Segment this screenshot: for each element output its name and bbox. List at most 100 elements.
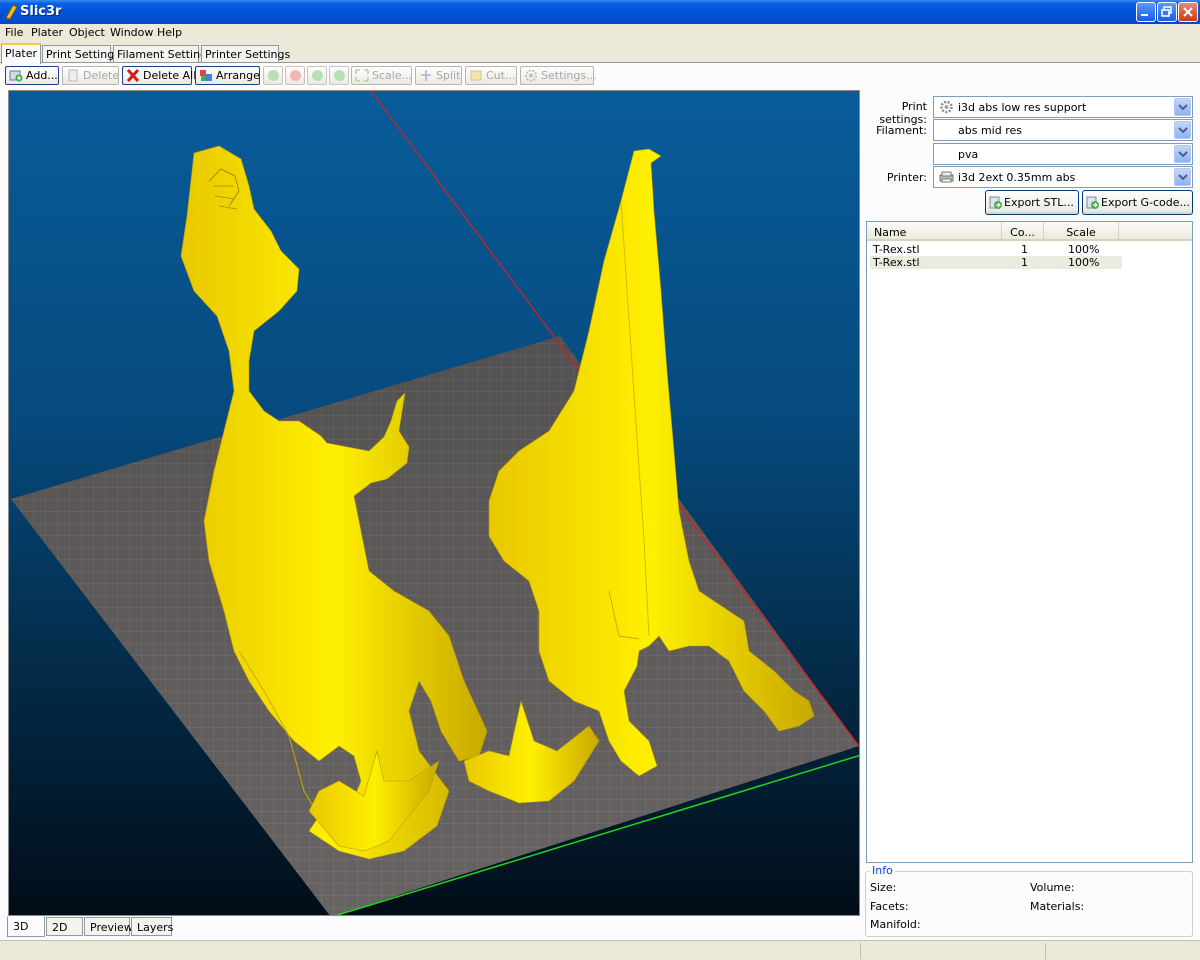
split-icon	[421, 70, 431, 81]
window-title: Slic3r	[20, 4, 62, 19]
rotate-right-button[interactable]	[329, 66, 349, 85]
status-divider	[860, 943, 861, 959]
status-bar	[0, 940, 1200, 960]
chevron-down-icon[interactable]	[1174, 168, 1191, 186]
rotate-left-button[interactable]	[307, 66, 327, 85]
column-header-scale[interactable]: Scale	[1044, 222, 1119, 241]
scale-button[interactable]: Scale...	[351, 66, 412, 85]
close-button[interactable]	[1178, 2, 1198, 22]
3d-scene	[11, 91, 859, 915]
size-label: Size:	[870, 881, 897, 894]
column-header-filler	[1119, 222, 1192, 241]
printer-combo[interactable]: i3d 2ext 0.35mm abs	[933, 166, 1193, 188]
menu-help[interactable]: Help	[157, 26, 182, 39]
menu-bar: File Plater Object Window Help	[0, 24, 1200, 43]
tab-filament-settings[interactable]: Filament Settings	[113, 45, 213, 63]
info-group-title: Info	[870, 864, 895, 877]
filament-label: Filament:	[876, 124, 927, 137]
view-tab-2d[interactable]: 2D	[46, 917, 83, 936]
slic3r-logo-icon	[5, 4, 18, 20]
settings-tabs: Plater Print Settings Filament Settings …	[0, 43, 1200, 64]
column-header-copies[interactable]: Co...	[1002, 222, 1044, 241]
object-settings-label: Settings...	[541, 69, 597, 82]
scale-label: Scale...	[372, 69, 413, 82]
chevron-down-icon[interactable]	[1174, 98, 1191, 116]
title-bar: Slic3r	[0, 0, 1200, 24]
manifold-label: Manifold:	[870, 918, 921, 931]
filament-combo-1[interactable]: abs mid res	[933, 119, 1193, 141]
cut-icon	[470, 70, 482, 81]
delete-all-icon	[126, 69, 140, 82]
rotate-right-icon	[334, 70, 345, 81]
object-list[interactable]: Name Co... Scale T-Rex.stl 1 100% T-Rex.…	[866, 221, 1193, 863]
export-icon	[989, 196, 1002, 209]
view-tab-preview[interactable]: Preview	[84, 917, 133, 936]
minus-icon	[290, 70, 301, 81]
decrease-copies-button[interactable]	[285, 66, 305, 85]
chevron-down-icon[interactable]	[1174, 145, 1191, 163]
cut-label: Cut...	[486, 69, 516, 82]
tab-printer-settings[interactable]: Printer Settings	[201, 45, 290, 63]
cut-button[interactable]: Cut...	[465, 66, 517, 85]
view-tab-layers[interactable]: Layers	[131, 917, 173, 936]
cog-icon	[525, 69, 537, 82]
volume-label: Volume:	[1030, 881, 1075, 894]
restore-icon	[1161, 6, 1172, 17]
tab-plater[interactable]: Plater	[1, 43, 41, 64]
export-stl-label: Export STL...	[1004, 196, 1074, 209]
filament-combo-2[interactable]: pva	[933, 143, 1193, 165]
minimize-icon	[1141, 14, 1148, 16]
menu-window[interactable]: Window	[110, 26, 153, 39]
split-button[interactable]: Split	[415, 66, 462, 85]
arrange-button[interactable]: Arrange	[195, 66, 260, 85]
tab-print-settings[interactable]: Print Settings	[42, 45, 120, 63]
plus-icon	[268, 70, 279, 81]
status-divider	[1045, 943, 1046, 959]
row-copies: 1	[1021, 256, 1028, 269]
filament-value-1: abs mid res	[958, 124, 1022, 137]
add-icon	[9, 70, 23, 82]
cog-icon	[940, 100, 953, 114]
printer-label: Printer:	[886, 171, 927, 184]
print-settings-label: Print settings:	[879, 100, 927, 126]
delete-page-icon	[68, 69, 78, 82]
rotate-left-icon	[312, 70, 323, 81]
row-copies: 1	[1021, 243, 1028, 256]
table-row[interactable]: T-Rex.stl 1 100%	[870, 256, 1122, 269]
row-scale: 100%	[1068, 256, 1100, 269]
export-stl-button[interactable]: Export STL...	[985, 190, 1079, 215]
arrange-label: Arrange	[216, 69, 260, 82]
scale-icon	[355, 69, 369, 82]
row-name: T-Rex.stl	[873, 243, 920, 256]
delete-all-button[interactable]: Delete All	[122, 66, 196, 85]
delete-button[interactable]: Delete	[62, 66, 119, 85]
split-label: Split	[436, 69, 461, 82]
table-row[interactable]: T-Rex.stl 1 100%	[870, 243, 1122, 256]
menu-plater[interactable]: Plater	[31, 26, 63, 39]
facets-label: Facets:	[870, 900, 909, 913]
view-tab-3d[interactable]: 3D	[7, 916, 45, 937]
3d-canvas[interactable]	[8, 90, 860, 916]
export-icon	[1086, 196, 1099, 209]
increase-copies-button[interactable]	[263, 66, 283, 85]
column-header-name[interactable]: Name	[867, 222, 1002, 241]
delete-label: Delete	[83, 69, 120, 82]
print-settings-combo[interactable]: i3d abs low res support	[933, 96, 1193, 118]
filament-value-2: pva	[958, 148, 979, 161]
export-gcode-button[interactable]: Export G-code...	[1082, 190, 1193, 215]
object-settings-button[interactable]: Settings...	[520, 66, 597, 85]
chevron-down-icon[interactable]	[1174, 121, 1191, 139]
printer-value: i3d 2ext 0.35mm abs	[958, 171, 1076, 184]
add-label: Add...	[26, 69, 58, 82]
add-button[interactable]: Add...	[5, 66, 59, 85]
print-settings-value: i3d abs low res support	[958, 101, 1087, 114]
restore-button[interactable]	[1157, 2, 1177, 22]
menu-object[interactable]: Object	[69, 26, 105, 39]
minimize-button[interactable]	[1136, 2, 1156, 22]
close-icon	[1183, 7, 1193, 17]
printer-icon	[939, 171, 954, 183]
delete-all-label: Delete All	[143, 69, 197, 82]
arrange-icon	[200, 70, 212, 81]
export-gcode-label: Export G-code...	[1101, 196, 1191, 209]
menu-file[interactable]: File	[5, 26, 23, 39]
